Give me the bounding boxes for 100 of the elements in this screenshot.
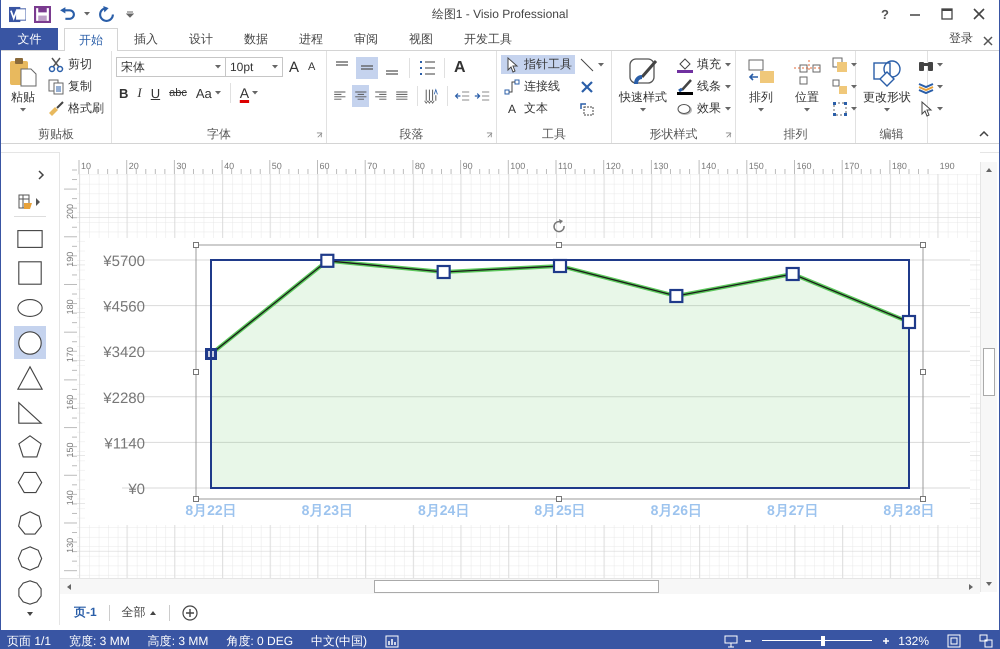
ruler-label: 160 bbox=[65, 394, 75, 410]
font-color-button[interactable]: A bbox=[236, 83, 262, 103]
text-align-icon[interactable] bbox=[352, 85, 370, 107]
line-icon[interactable] bbox=[579, 57, 595, 73]
ruler-label: 100 bbox=[510, 161, 526, 171]
effects-button[interactable]: 效果 bbox=[674, 99, 734, 118]
ribbon-tab[interactable]: 插入 bbox=[119, 28, 173, 50]
ruler-label: 140 bbox=[701, 161, 716, 171]
scroll-left-icon[interactable] bbox=[66, 582, 72, 590]
ungroup-icon[interactable] bbox=[832, 101, 848, 117]
file-tab[interactable]: 文件 bbox=[1, 28, 58, 50]
line-style-button[interactable]: 线条 bbox=[674, 77, 734, 96]
change-case-button[interactable]: Aa bbox=[192, 83, 224, 103]
selection-handle[interactable] bbox=[920, 242, 926, 248]
zoom-in-icon[interactable] bbox=[882, 637, 890, 645]
selection-handle[interactable] bbox=[193, 496, 199, 502]
rotate-shape-icon[interactable] bbox=[579, 101, 595, 117]
ruler-label: 150 bbox=[748, 161, 764, 171]
paste-button[interactable]: 粘贴 bbox=[5, 55, 41, 126]
dialog-launcher-icon[interactable] bbox=[725, 132, 732, 139]
slider-thumb[interactable] bbox=[820, 636, 825, 646]
presentation-icon[interactable] bbox=[724, 634, 738, 648]
ribbon-tab[interactable]: 开发工具 bbox=[449, 28, 527, 50]
font-name-field[interactable]: 宋体 bbox=[116, 57, 226, 77]
fit-page-icon[interactable] bbox=[947, 634, 961, 648]
point-marker[interactable] bbox=[552, 258, 568, 274]
copy-button[interactable]: 复制 bbox=[45, 77, 107, 96]
redo-icon[interactable] bbox=[98, 6, 115, 22]
page-tab[interactable]: 页-1 bbox=[74, 604, 97, 621]
scroll-right-icon[interactable] bbox=[968, 582, 974, 590]
selection-handle[interactable] bbox=[556, 496, 562, 502]
point-marker[interactable] bbox=[786, 266, 800, 282]
close-icon[interactable] bbox=[579, 79, 595, 95]
selection-handle[interactable] bbox=[920, 496, 926, 502]
selection-handle[interactable] bbox=[193, 242, 199, 248]
scroll-thumb[interactable] bbox=[983, 348, 995, 396]
rotate-handle-icon[interactable] bbox=[553, 219, 565, 232]
ruler-label: 170 bbox=[844, 161, 860, 171]
point-marker[interactable] bbox=[436, 264, 451, 280]
save-icon[interactable] bbox=[34, 6, 51, 22]
help-button[interactable]: ? bbox=[881, 6, 889, 22]
change-shape-button[interactable]: 更改形状 bbox=[860, 55, 914, 126]
ribbon-tab[interactable]: 审阅 bbox=[339, 28, 393, 50]
bold-button[interactable]: B bbox=[116, 83, 132, 103]
scroll-up-icon[interactable] bbox=[985, 167, 993, 173]
connector-button[interactable]: 连接线 bbox=[501, 77, 575, 96]
scroll-down-icon[interactable] bbox=[985, 581, 993, 587]
close-icon[interactable] bbox=[973, 8, 985, 20]
ruler-label: 200 bbox=[65, 204, 75, 219]
selection-handle[interactable] bbox=[920, 369, 926, 375]
point-marker[interactable] bbox=[669, 288, 684, 304]
grow-font-button[interactable]: A bbox=[286, 57, 302, 77]
fill-button[interactable]: 填充 bbox=[674, 55, 734, 74]
ruler-label: 20 bbox=[128, 161, 139, 171]
text-tool-button[interactable]: A 文本 bbox=[501, 99, 575, 118]
ribbon-tab[interactable]: 进程 bbox=[284, 28, 338, 50]
collapse-ribbon-icon[interactable] bbox=[979, 131, 989, 137]
horizontal-scrollbar[interactable] bbox=[60, 578, 980, 594]
group-icon[interactable] bbox=[832, 57, 848, 73]
vertical-align-icon[interactable] bbox=[356, 57, 378, 79]
quick-styles-button[interactable]: 快速样式 bbox=[616, 55, 670, 126]
align-shapes-icon[interactable] bbox=[832, 79, 848, 95]
ribbon-tab[interactable]: 开始 bbox=[64, 28, 118, 51]
close-icon[interactable] bbox=[983, 36, 993, 46]
strikethrough-button[interactable]: abc bbox=[166, 83, 190, 103]
text-direction-button[interactable]: A bbox=[451, 58, 469, 78]
ribbon-tab[interactable]: 设计 bbox=[174, 28, 228, 50]
undo-icon[interactable] bbox=[59, 6, 76, 22]
point-marker[interactable] bbox=[902, 314, 916, 330]
dialog-launcher-icon[interactable] bbox=[486, 132, 493, 139]
italic-button[interactable]: I bbox=[134, 83, 145, 103]
underline-button[interactable]: U bbox=[148, 83, 164, 103]
shrink-font-button[interactable]: A bbox=[305, 57, 318, 77]
point-marker[interactable] bbox=[320, 254, 334, 268]
font-size-field[interactable]: 10pt bbox=[225, 57, 283, 77]
sign-in-link[interactable]: 登录 bbox=[949, 30, 973, 47]
macro-record-icon[interactable] bbox=[385, 634, 400, 648]
stencil-shape[interactable] bbox=[14, 326, 46, 360]
expand-icon[interactable] bbox=[37, 170, 45, 180]
dialog-launcher-icon[interactable] bbox=[316, 132, 323, 139]
pointer-tool-button[interactable]: 指针工具 bbox=[501, 55, 575, 74]
customize-icon[interactable] bbox=[123, 10, 137, 18]
switch-windows-icon[interactable] bbox=[979, 634, 993, 648]
selection-handle[interactable] bbox=[556, 242, 562, 248]
scroll-thumb[interactable] bbox=[374, 580, 659, 593]
scroll-down-icon[interactable] bbox=[26, 610, 34, 617]
maximize-icon[interactable] bbox=[941, 8, 953, 20]
arrange-button[interactable]: 排列 bbox=[740, 55, 782, 126]
ribbon-tab[interactable]: 视图 bbox=[394, 28, 448, 50]
format-painter-button[interactable]: 格式刷 bbox=[45, 99, 107, 118]
selection-handle[interactable] bbox=[193, 369, 199, 375]
shapes-menu-icon[interactable] bbox=[18, 194, 42, 210]
point-marker[interactable] bbox=[205, 348, 217, 360]
all-pages-button[interactable]: 全部 bbox=[122, 604, 157, 621]
position-button[interactable]: 位置 bbox=[786, 55, 828, 126]
ribbon-tab[interactable]: 数据 bbox=[229, 28, 283, 50]
cut-button[interactable]: 剪切 bbox=[45, 55, 107, 74]
vertical-scrollbar[interactable] bbox=[980, 162, 997, 592]
zoom-slider[interactable] bbox=[762, 635, 872, 647]
add-page-icon[interactable] bbox=[182, 604, 198, 620]
